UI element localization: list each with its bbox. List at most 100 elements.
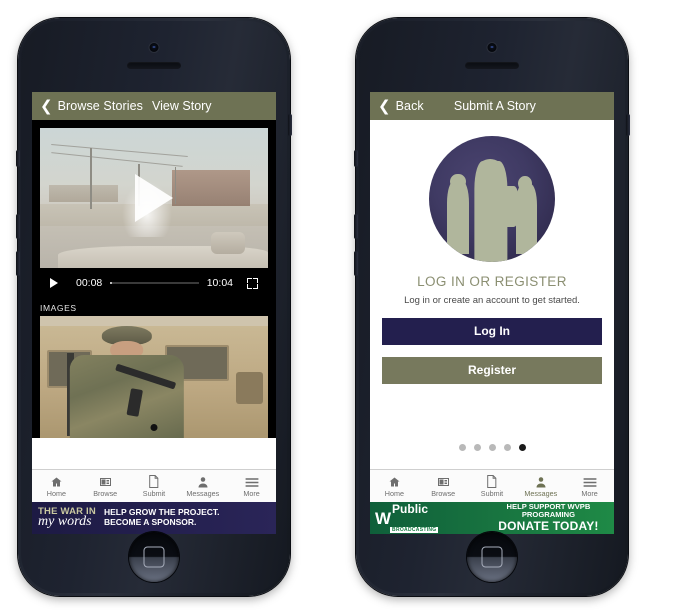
video-vehicle-mirror [211,231,246,254]
tab-label: Submit [480,488,504,498]
tab-label: Submit [142,488,166,498]
logo-silhouette-left-head [450,173,466,189]
ad-text: HELP SUPPORT WVPB PROGRAMING DONATE TODA… [483,502,614,533]
pager-dot[interactable] [473,444,481,451]
home-button[interactable] [129,532,179,582]
power-button[interactable] [626,114,630,136]
pager-dot[interactable] [458,444,466,451]
logo-silhouette-left [446,181,470,255]
tab-submit[interactable]: Submit [468,470,517,502]
page-title-submit-a-story: Submit A Story [453,99,536,113]
front-camera-icon [149,43,159,52]
tab-label: Messages [524,488,558,498]
screen-left: ❮ Browse Stories View Story 00:08 10:04 … [32,92,276,534]
tab-label: Browse [93,488,118,498]
phone-device-left: ❮ Browse Stories View Story 00:08 10:04 … [16,18,292,596]
tab-more[interactable]: More [227,470,276,502]
play-icon[interactable] [50,278,58,288]
earpiece-speaker [465,62,519,69]
browse-icon [99,475,112,488]
tab-more[interactable]: More [565,470,614,502]
pager-dots[interactable] [370,444,614,451]
video-player[interactable]: 00:08 10:04 [32,120,276,298]
images-section-label: IMAGES [32,298,276,316]
video-duration: 10:04 [206,277,233,289]
chevron-left-icon[interactable]: ❮ [40,99,53,114]
video-wall [49,185,118,203]
video-current-time: 00:08 [76,277,103,289]
tab-browse[interactable]: Browse [81,470,130,502]
submit-icon [486,474,497,488]
volume-up-button[interactable] [354,214,358,239]
register-button[interactable]: Register [382,357,602,384]
more-icon [583,475,597,488]
wvpb-w-mark: W [375,508,391,528]
chevron-left-icon[interactable]: ❮ [378,99,391,114]
power-button[interactable] [288,114,292,136]
photo-soldier-figure [67,325,186,438]
ad-text: HELP GROW THE PROJECT. BECOME A SPONSOR. [103,507,220,528]
carousel-page-dot[interactable] [150,424,158,431]
tab-label: More [581,488,598,498]
video-building [172,170,250,207]
video-controls[interactable]: 00:08 10:04 [40,268,268,298]
mute-switch[interactable] [354,150,358,167]
video-scrubber[interactable] [110,282,199,284]
ad-text-line2: BECOME A SPONSOR. [103,517,197,527]
messages-icon [535,475,547,488]
pager-dot-active[interactable] [518,444,526,451]
photo-humvee-wheel [236,372,264,404]
screen-right: ❮ Back Submit A Story LOG IN OR REGISTER… [370,92,614,534]
mute-switch[interactable] [16,150,20,167]
log-in-button[interactable]: Log In [382,318,602,345]
volume-up-button[interactable] [16,214,20,239]
back-link-browse-stories[interactable]: Browse Stories [58,99,143,113]
image-carousel[interactable] [32,316,276,438]
back-button[interactable]: Back [396,99,424,113]
navbar-left: ❮ Browse Stories View Story [32,92,276,120]
volume-down-button[interactable] [16,251,20,276]
home-button[interactable] [467,532,517,582]
screenshot-stage: ❮ Browse Stories View Story 00:08 10:04 … [0,0,699,612]
tabbar-left[interactable]: Home Browse Submit Messages More [32,469,276,502]
pager-dot[interactable] [488,444,496,451]
ad-text-line2: DONATE TODAY! [498,518,599,533]
tab-label: Browse [431,488,456,498]
front-camera-icon [487,43,497,52]
pager-dot[interactable] [503,444,511,451]
browse-icon [437,475,450,488]
tab-messages[interactable]: Messages [178,470,227,502]
tab-home[interactable]: Home [370,470,419,502]
home-icon [388,475,401,488]
tab-label: Messages [186,488,220,498]
story-photo-soldier[interactable] [40,316,268,438]
ad-banner-wvpb[interactable]: W Public BROADCASTING HELP SUPPORT WVPB … [370,502,614,534]
wvpb-logo: W Public BROADCASTING [375,502,475,534]
tab-label: Home [384,488,404,498]
tab-label: Home [46,488,66,498]
video-thumbnail[interactable] [40,128,268,268]
tabbar-right[interactable]: Home Browse Submit Messages More [370,469,614,502]
volume-down-button[interactable] [354,251,358,276]
more-icon [245,475,259,488]
earpiece-speaker [127,62,181,69]
logo-silhouette-right [515,183,538,255]
submit-icon [148,474,159,488]
ad-banner-sponsor[interactable]: THE WAR IN my words HELP GROW THE PROJEC… [32,502,276,534]
tab-submit[interactable]: Submit [130,470,179,502]
play-triangle-icon[interactable] [135,174,173,222]
ad-text-line1: HELP SUPPORT WVPB PROGRAMING [506,502,591,520]
tab-label: More [243,488,260,498]
fullscreen-icon[interactable] [247,277,258,289]
tab-home[interactable]: Home [32,470,81,502]
logo-silhouette-center-head [478,158,503,179]
wvpb-public-text: Public [392,502,429,516]
tab-browse[interactable]: Browse [419,470,468,502]
phone-device-right: ❮ Back Submit A Story LOG IN OR REGISTER… [354,18,630,596]
home-square-icon [481,546,503,568]
home-square-icon [143,546,165,568]
ad-logo-war-in-my-words: THE WAR IN my words [38,507,96,529]
tab-messages[interactable]: Messages [516,470,565,502]
wvpb-broadcasting-text: BROADCASTING [390,527,439,533]
login-heading: LOG IN OR REGISTER [417,274,567,289]
